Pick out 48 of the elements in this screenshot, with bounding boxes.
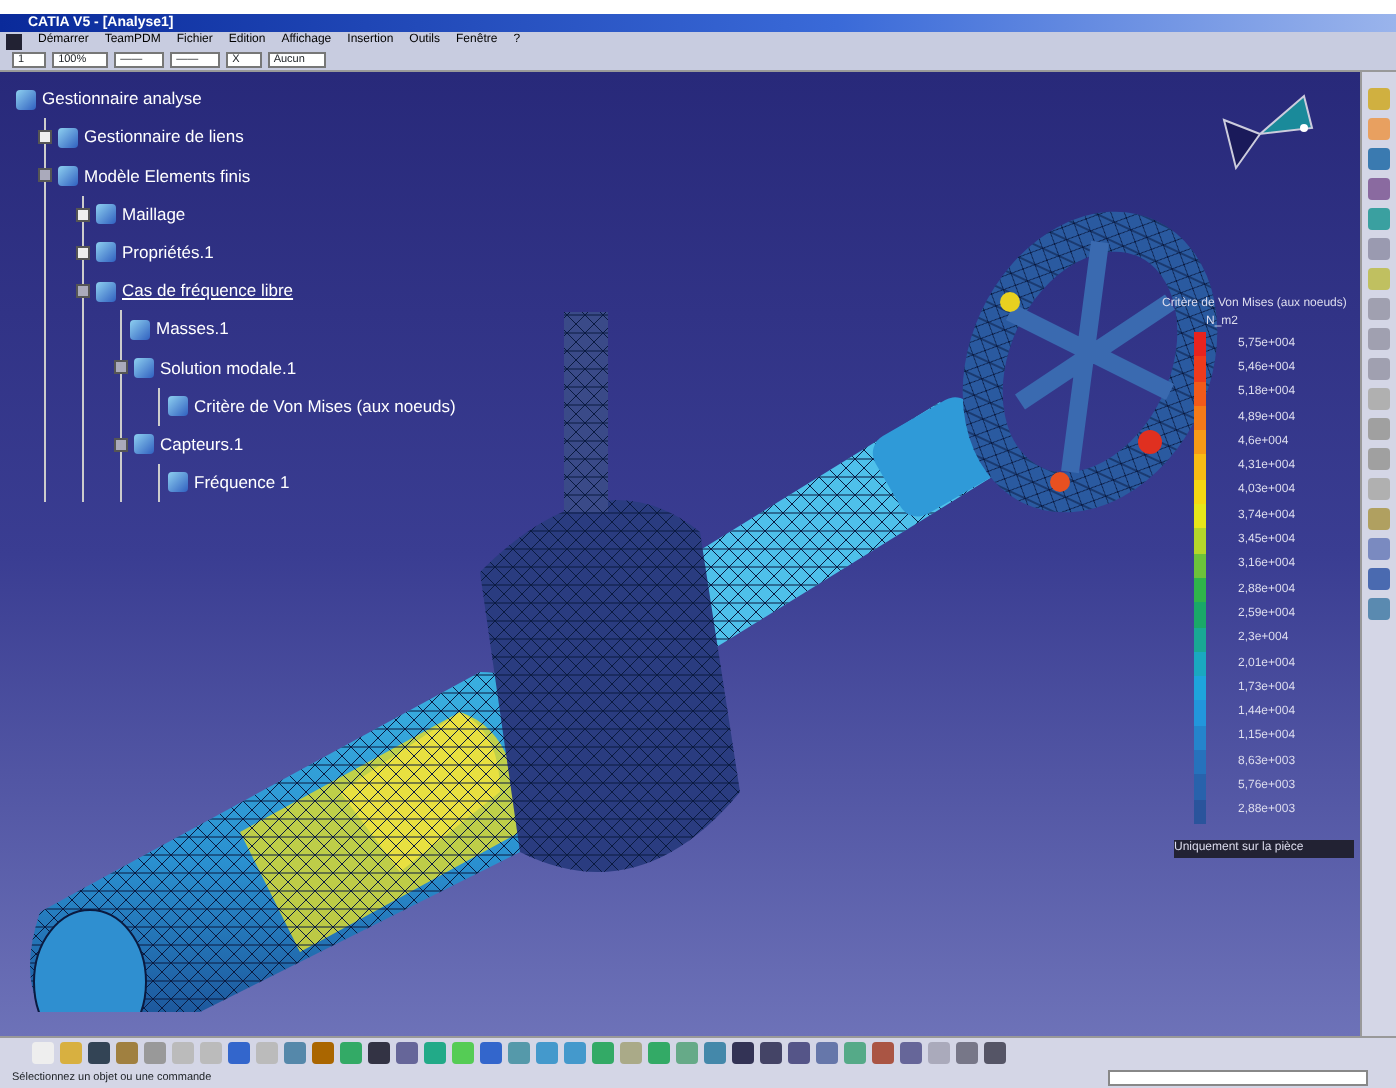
tree-item[interactable]: Gestionnaire analyse (42, 86, 202, 112)
toolbar-button[interactable] (228, 1042, 250, 1064)
toolbar-button[interactable] (872, 1042, 894, 1064)
toolbar-button[interactable] (1368, 148, 1390, 170)
toolbar-button[interactable] (368, 1042, 390, 1064)
tree-item[interactable]: Modèle Elements finis (84, 163, 251, 189)
node-icon (130, 319, 150, 340)
tree-item[interactable]: Gestionnaire de liens (84, 124, 244, 151)
toolbar-button[interactable] (396, 1042, 418, 1064)
toolbar-button[interactable] (984, 1042, 1006, 1064)
node-icon (168, 472, 188, 493)
node-icon (96, 242, 116, 263)
toolbar-button[interactable] (732, 1042, 754, 1064)
tree-item[interactable]: Propriétés.1 (122, 239, 214, 266)
tree-item[interactable]: Critère de Von Mises (aux noeuds) (194, 393, 456, 419)
expand-toggle[interactable] (38, 168, 52, 183)
toolbar-button[interactable] (312, 1042, 334, 1064)
node-icon (58, 165, 78, 186)
expand-toggle[interactable] (76, 207, 90, 222)
tree-item[interactable]: Maillage (122, 201, 186, 228)
tree-item[interactable]: Cas de fréquence libre (122, 278, 294, 304)
tree-item[interactable]: Solution modale.1 (160, 355, 297, 381)
expand-toggle[interactable] (38, 130, 52, 145)
toolbar-button[interactable] (760, 1042, 782, 1064)
node-icon (134, 357, 154, 378)
toolbar-button[interactable] (900, 1042, 922, 1064)
toolbar-button[interactable] (1368, 568, 1390, 590)
node-icon (58, 127, 78, 148)
expand-toggle[interactable] (114, 437, 128, 452)
toolbar-button[interactable] (88, 1042, 110, 1064)
expand-toggle[interactable] (76, 284, 90, 299)
app-logo-icon (6, 33, 22, 49)
toolbar-button[interactable] (816, 1042, 838, 1064)
expand-toggle[interactable] (114, 360, 128, 375)
node-icon (96, 281, 116, 302)
tree-item[interactable]: Masses.1 (156, 316, 229, 343)
command-input-field[interactable] (1108, 1070, 1368, 1086)
toolbar-button[interactable] (480, 1042, 502, 1064)
node-icon (16, 89, 36, 110)
node-icon (96, 204, 116, 225)
expand-toggle[interactable] (76, 245, 90, 260)
toolbar-button[interactable] (956, 1042, 978, 1064)
toolbar-button[interactable] (788, 1042, 810, 1064)
node-icon (168, 396, 188, 417)
tree-item[interactable]: Fréquence 1 (194, 470, 290, 496)
toolbar-button[interactable] (1368, 178, 1390, 200)
node-icon (134, 434, 154, 455)
tree-item[interactable]: Capteurs.1 (160, 431, 244, 458)
